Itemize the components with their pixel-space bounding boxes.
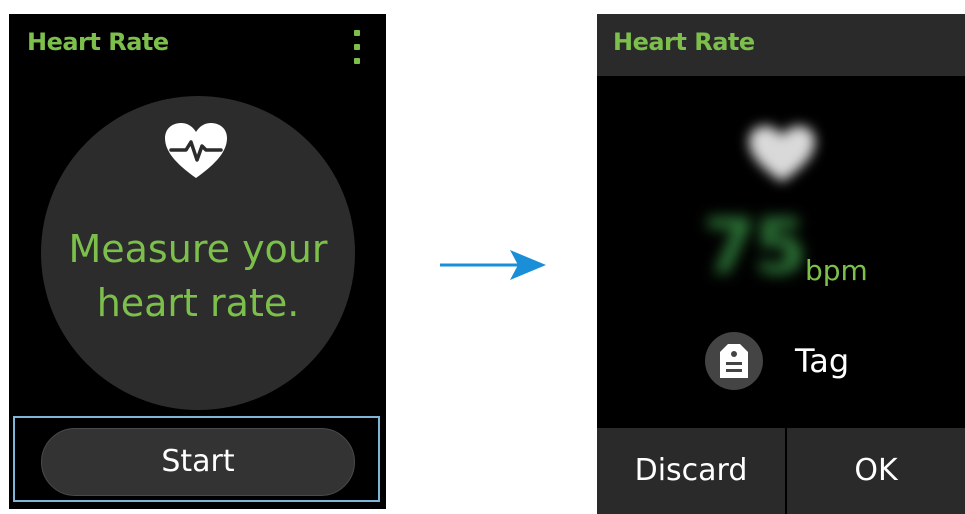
heart-icon [749, 126, 815, 182]
discard-button[interactable]: Discard [597, 428, 785, 514]
ok-button[interactable]: OK [787, 428, 965, 514]
more-options-icon[interactable] [354, 30, 360, 64]
heart-rate-result-screen: Heart Rate 75 bpm Tag Discard OK [597, 14, 965, 514]
screen-title: Heart Rate [613, 28, 755, 56]
arrow-right-icon [440, 250, 546, 280]
heart-rate-start-screen: Heart Rate Measure your heart rate. Star… [9, 14, 386, 509]
tag-icon [720, 344, 748, 378]
screen-title: Heart Rate [27, 28, 169, 56]
heart-rate-value: 75 [703, 202, 807, 291]
measure-line-1: Measure your [68, 227, 328, 271]
measure-prompt: Measure your heart rate. [41, 222, 355, 330]
heart-rate-unit: bpm [805, 254, 868, 287]
start-button[interactable]: Start [41, 428, 355, 496]
tag-label: Tag [795, 342, 850, 380]
measure-line-2: heart rate. [96, 281, 300, 325]
heart-pulse-icon [165, 123, 227, 178]
